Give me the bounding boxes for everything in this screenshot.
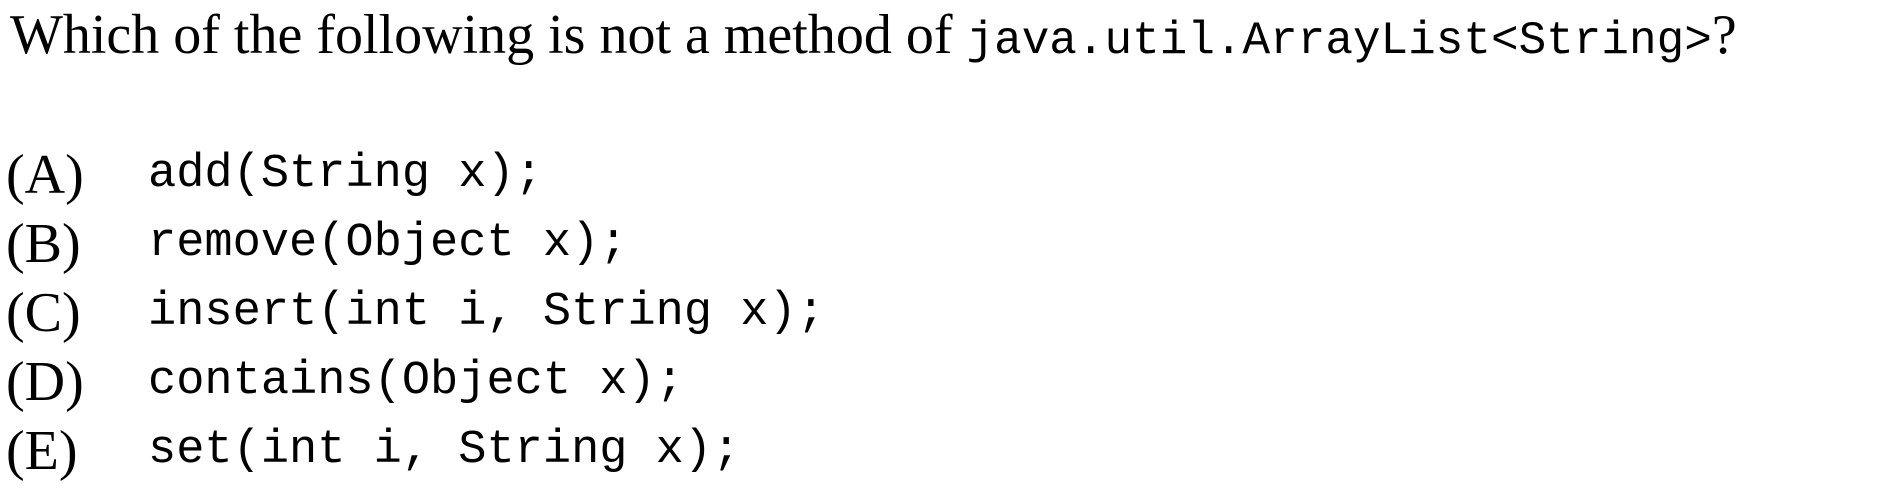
- choice-code: set(int i, String x);: [148, 424, 741, 477]
- choice-letter: (C): [6, 281, 81, 344]
- choice-letter: (D): [6, 350, 84, 413]
- question-prefix: Which of the following is not a method o…: [10, 4, 967, 66]
- choice-b: (B) remove(Object x);: [6, 209, 825, 278]
- choice-code: contains(Object x);: [148, 355, 684, 408]
- question-suffix: ?: [1711, 4, 1737, 66]
- choice-c: (C) insert(int i, String x);: [6, 278, 825, 347]
- choice-d: (D) contains(Object x);: [6, 347, 825, 416]
- question-text: Which of the following is not a method o…: [10, 0, 1737, 70]
- choice-code: add(String x);: [148, 148, 543, 201]
- choice-letter: (B): [6, 212, 81, 275]
- choice-code: remove(Object x);: [148, 217, 628, 270]
- choice-a: (A) add(String x);: [6, 140, 825, 209]
- answer-choices: (A) add(String x); (B) remove(Object x);…: [6, 140, 825, 485]
- choice-code: insert(int i, String x);: [148, 286, 825, 339]
- choice-letter: (A): [6, 143, 84, 206]
- choice-letter: (E): [6, 419, 78, 482]
- choice-e: (E) set(int i, String x);: [6, 416, 825, 485]
- question-code: java.util.ArrayList<String>: [966, 15, 1712, 67]
